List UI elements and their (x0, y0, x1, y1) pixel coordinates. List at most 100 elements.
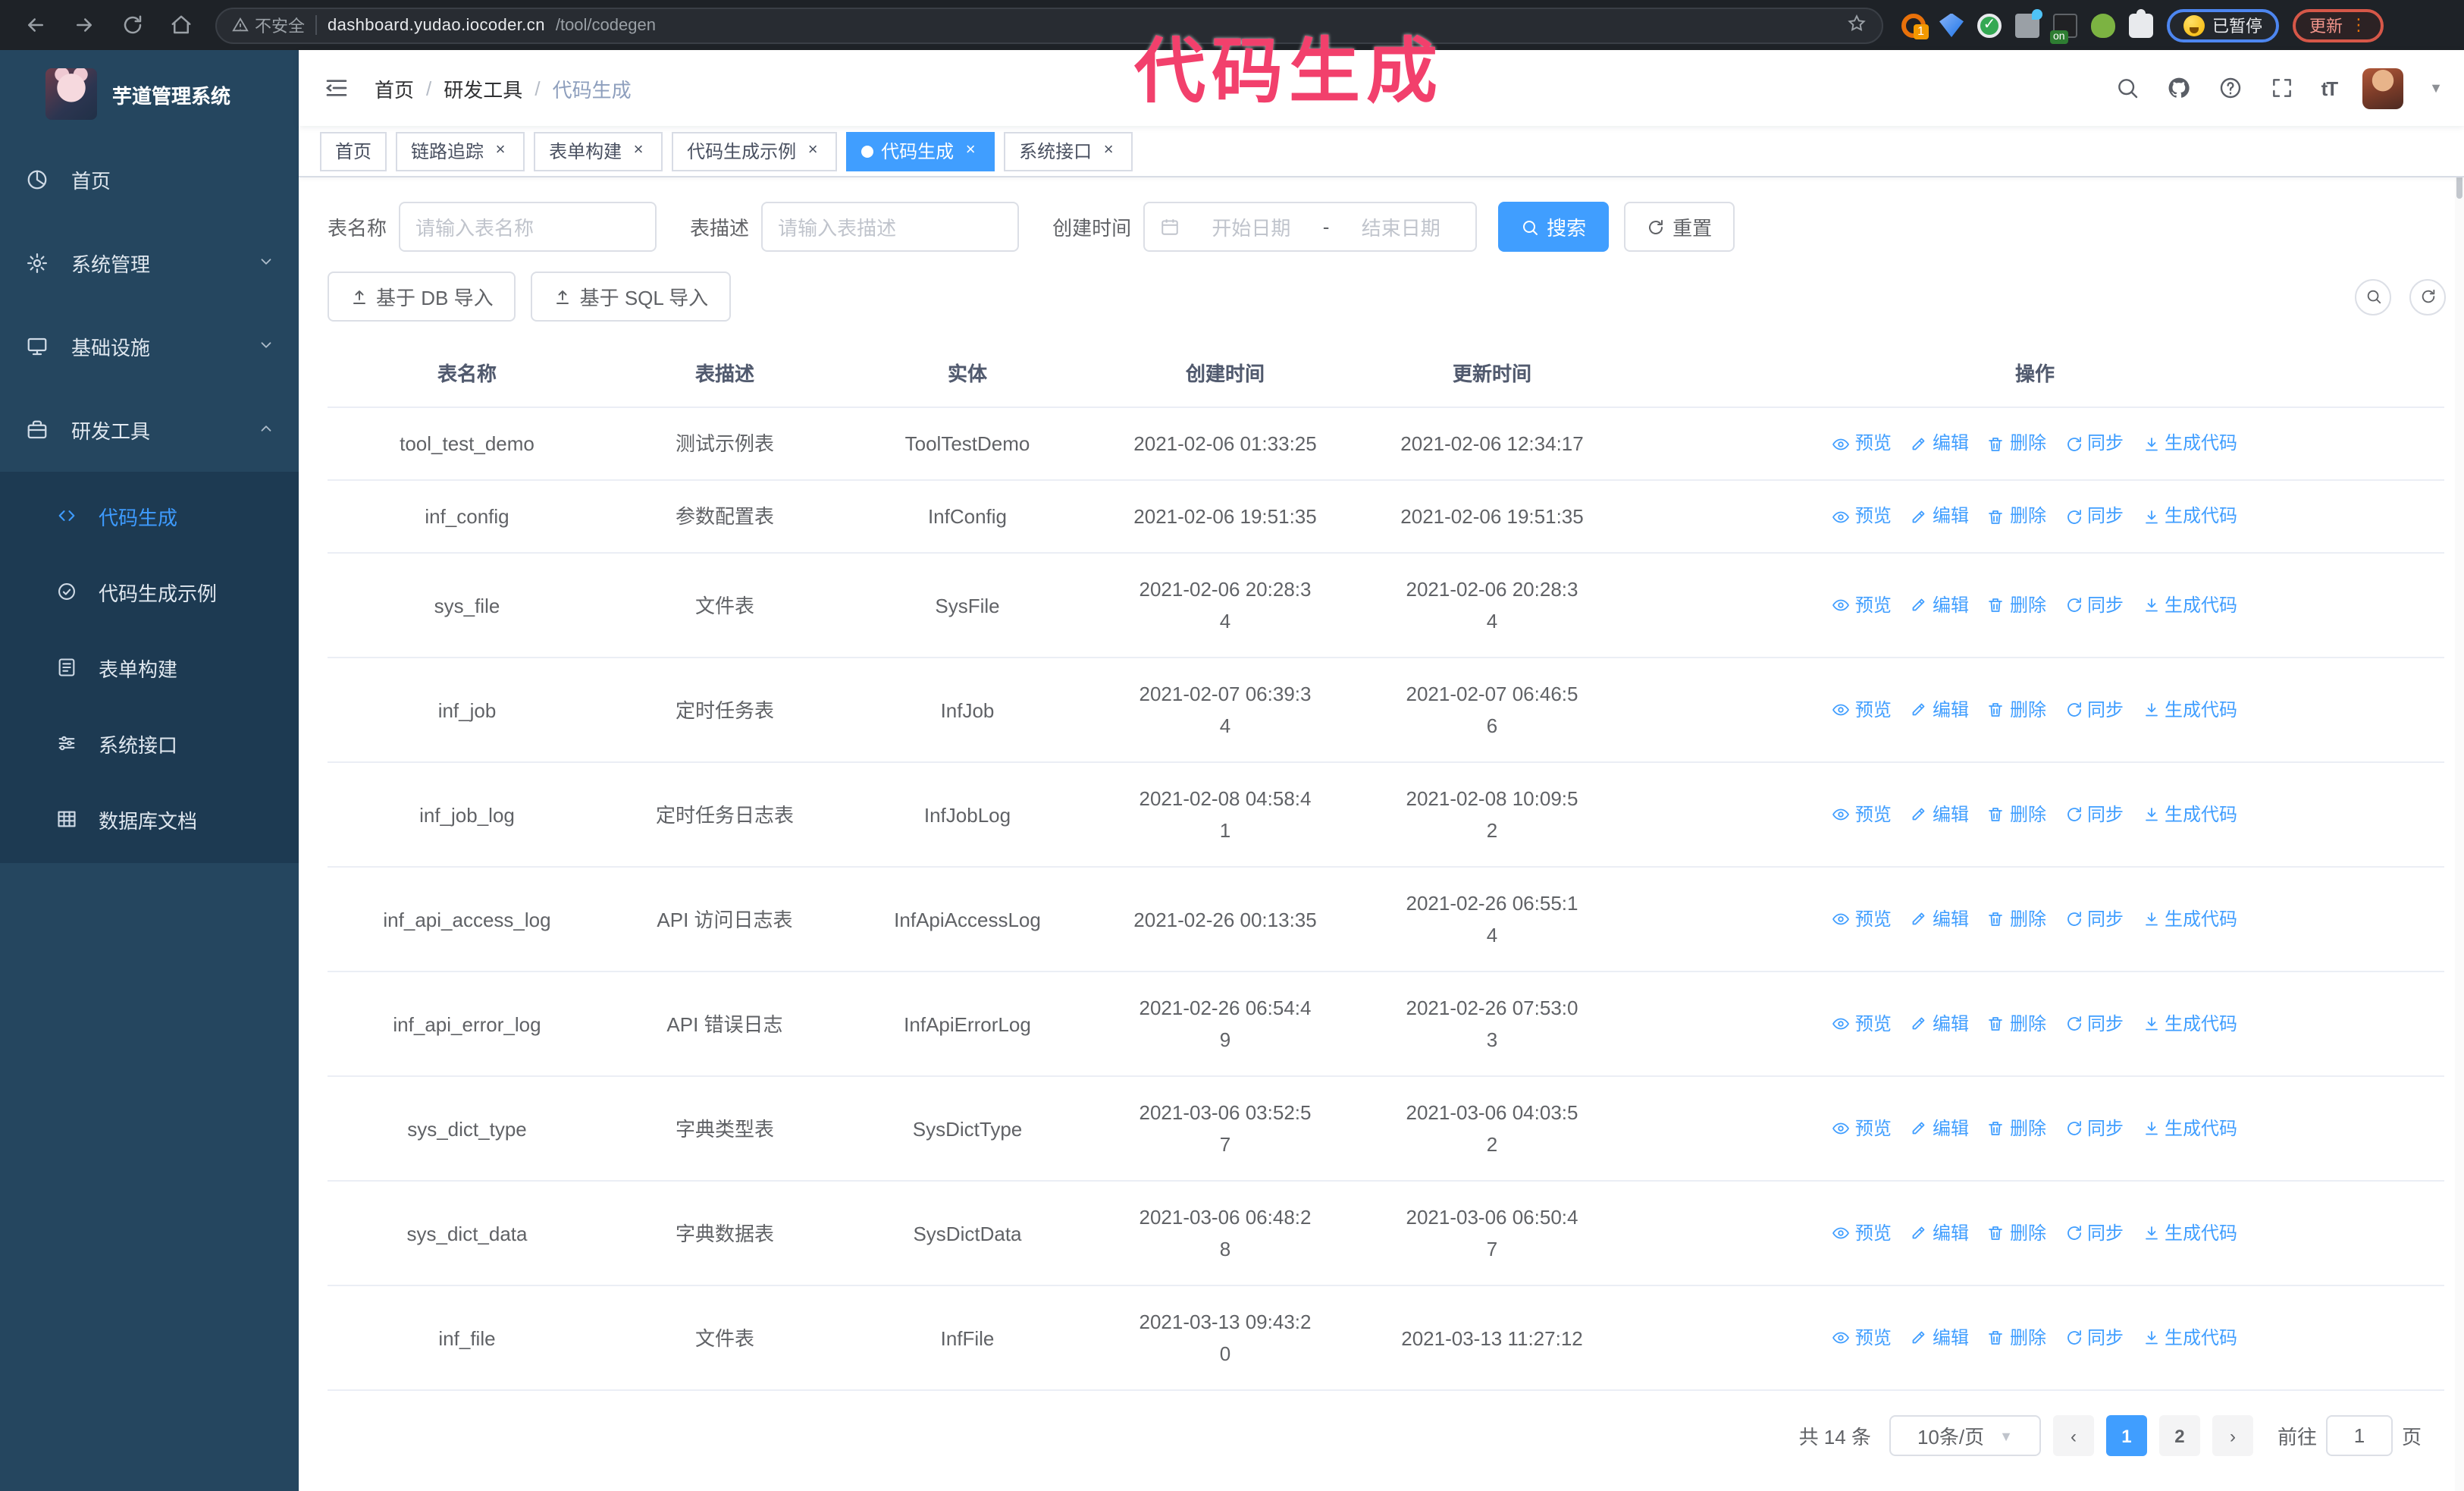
toggle-search-button[interactable] (2355, 278, 2391, 315)
extensions-puzzle-icon[interactable] (2129, 8, 2153, 37)
sync-link[interactable]: 同步 (2064, 589, 2124, 621)
sync-link[interactable]: 同步 (2064, 903, 2124, 935)
preview-link[interactable]: 预览 (1832, 1113, 1892, 1144)
sidebar-item-db-doc[interactable]: 数据库文档 (0, 781, 299, 857)
sync-link[interactable]: 同步 (2064, 1217, 2124, 1249)
sidebar-item-home[interactable]: 首页 (0, 138, 299, 221)
close-icon[interactable]: × (1099, 141, 1118, 160)
preview-link[interactable]: 预览 (1832, 1322, 1892, 1354)
extension-dark-icon[interactable]: on (2050, 13, 2077, 43)
not-secure-warning[interactable]: 不安全 (232, 13, 305, 37)
sidebar-item-codegen[interactable]: 代码生成 (0, 478, 299, 554)
delete-link[interactable]: 删除 (1987, 799, 2046, 830)
sync-link[interactable]: 同步 (2064, 1008, 2124, 1040)
bookmark-star-icon[interactable] (1847, 13, 1867, 37)
create-time-range-picker[interactable]: 开始日期 - 结束日期 (1143, 202, 1478, 252)
hamburger-icon[interactable] (317, 68, 356, 108)
tab-codegen[interactable]: 代码生成 × (846, 131, 995, 171)
font-size-icon[interactable]: tT (2321, 77, 2339, 99)
delete-link[interactable]: 删除 (1987, 501, 2046, 532)
search-icon[interactable] (2115, 75, 2141, 101)
page-button-1[interactable]: 1 (2105, 1415, 2147, 1456)
extension-gem-icon[interactable] (1939, 13, 1964, 37)
import-db-button[interactable]: 基于 DB 导入 (328, 272, 516, 322)
edit-link[interactable]: 编辑 (1910, 428, 1969, 460)
sidebar-item-devtools[interactable]: 研发工具 (0, 388, 299, 472)
page-button-2[interactable]: 2 (2158, 1415, 2200, 1456)
reload-icon[interactable] (112, 5, 152, 45)
edit-link[interactable]: 编辑 (1910, 799, 1969, 830)
avatar-caret-icon[interactable]: ▼ (2429, 80, 2443, 96)
sync-link[interactable]: 同步 (2064, 694, 2124, 726)
browser-update-button[interactable]: 更新 ⋮ (2293, 8, 2384, 42)
page-size-select[interactable]: 10条/页 ▼ (1889, 1415, 2041, 1456)
sidebar-item-codegen-example[interactable]: 代码生成示例 (0, 554, 299, 629)
tab-tracing[interactable]: 链路追踪 × (396, 131, 525, 171)
next-page-button[interactable]: › (2212, 1415, 2253, 1456)
table-desc-input[interactable]: 请输入表描述 (761, 202, 1020, 252)
table-name-input[interactable]: 请输入表名称 (399, 202, 657, 252)
browser-menu-dots-icon[interactable]: ⋮ (2350, 15, 2367, 35)
tab-codegen-example[interactable]: 代码生成示例 × (672, 131, 838, 171)
generate-code-link[interactable]: 生成代码 (2142, 501, 2237, 532)
extension-orange-icon[interactable]: 1 (1901, 13, 1929, 39)
tab-system-api[interactable]: 系统接口 × (1004, 131, 1133, 171)
sidebar-item-system-api[interactable]: 系统接口 (0, 705, 299, 781)
sync-link[interactable]: 同步 (2064, 1113, 2124, 1144)
window-scrollbar[interactable] (2455, 50, 2464, 1491)
sync-link[interactable]: 同步 (2064, 501, 2124, 532)
delete-link[interactable]: 删除 (1987, 428, 2046, 460)
home-icon[interactable] (161, 5, 200, 45)
help-icon[interactable] (2218, 75, 2244, 101)
forward-icon[interactable] (64, 5, 103, 45)
generate-code-link[interactable]: 生成代码 (2142, 694, 2237, 726)
delete-link[interactable]: 删除 (1987, 694, 2046, 726)
close-icon[interactable]: × (629, 141, 647, 160)
breadcrumb-devtools[interactable]: 研发工具 (444, 74, 522, 102)
delete-link[interactable]: 删除 (1987, 903, 2046, 935)
edit-link[interactable]: 编辑 (1910, 903, 1969, 935)
preview-link[interactable]: 预览 (1832, 589, 1892, 621)
refresh-table-button[interactable] (2409, 278, 2446, 315)
import-sql-button[interactable]: 基于 SQL 导入 (531, 272, 732, 322)
edit-link[interactable]: 编辑 (1910, 1217, 1969, 1249)
preview-link[interactable]: 预览 (1832, 428, 1892, 460)
tab-form-builder[interactable]: 表单构建 × (534, 131, 663, 171)
edit-link[interactable]: 编辑 (1910, 501, 1969, 532)
edit-link[interactable]: 编辑 (1910, 589, 1969, 621)
extension-columns-icon[interactable] (2015, 8, 2042, 37)
search-button[interactable]: 搜索 (1498, 202, 1610, 252)
delete-link[interactable]: 删除 (1987, 1113, 2046, 1144)
generate-code-link[interactable]: 生成代码 (2142, 428, 2237, 460)
edit-link[interactable]: 编辑 (1910, 694, 1969, 726)
sync-link[interactable]: 同步 (2064, 1322, 2124, 1354)
prev-page-button[interactable]: ‹ (2052, 1415, 2094, 1456)
generate-code-link[interactable]: 生成代码 (2142, 1008, 2237, 1040)
url-bar[interactable]: 不安全 dashboard.yudao.iocoder.cn/tool/code… (215, 7, 1883, 43)
goto-page-input[interactable]: 1 (2325, 1415, 2393, 1456)
sync-link[interactable]: 同步 (2064, 428, 2124, 460)
close-icon[interactable]: × (491, 141, 509, 160)
edit-link[interactable]: 编辑 (1910, 1322, 1969, 1354)
reset-button[interactable]: 重置 (1624, 202, 1735, 252)
app-logo-row[interactable]: 芋道管理系统 (0, 50, 299, 138)
back-icon[interactable] (15, 5, 55, 45)
edit-link[interactable]: 编辑 (1910, 1113, 1969, 1144)
generate-code-link[interactable]: 生成代码 (2142, 589, 2237, 621)
delete-link[interactable]: 删除 (1987, 589, 2046, 621)
extension-check-icon[interactable]: ✓ (1977, 13, 2002, 37)
edit-link[interactable]: 编辑 (1910, 1008, 1969, 1040)
delete-link[interactable]: 删除 (1987, 1217, 2046, 1249)
sync-link[interactable]: 同步 (2064, 799, 2124, 830)
close-icon[interactable]: × (961, 141, 980, 160)
generate-code-link[interactable]: 生成代码 (2142, 799, 2237, 830)
preview-link[interactable]: 预览 (1832, 694, 1892, 726)
preview-link[interactable]: 预览 (1832, 1217, 1892, 1249)
preview-link[interactable]: 预览 (1832, 501, 1892, 532)
github-icon[interactable] (2167, 75, 2193, 101)
delete-link[interactable]: 删除 (1987, 1008, 2046, 1040)
tab-home[interactable]: 首页 (320, 131, 387, 171)
sidebar-item-form-builder[interactable]: 表单构建 (0, 629, 299, 705)
generate-code-link[interactable]: 生成代码 (2142, 1217, 2237, 1249)
preview-link[interactable]: 预览 (1832, 1008, 1892, 1040)
